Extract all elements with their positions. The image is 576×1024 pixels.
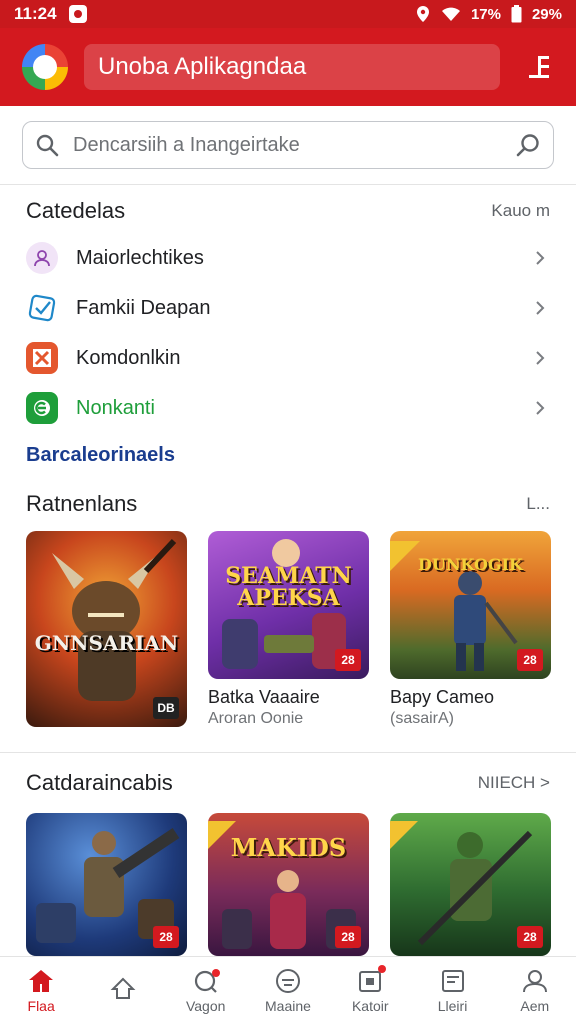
face-icon (275, 968, 300, 993)
check-badge-icon (26, 292, 58, 324)
game-image-title: DUNKOGIK (418, 555, 523, 574)
wifi-icon (441, 7, 460, 21)
nav-search[interactable]: Vagon (165, 957, 247, 1024)
battery-icon (511, 5, 522, 23)
category-label: Maiorlechtikes (76, 246, 204, 269)
nav-face[interactable]: Maaine (247, 957, 329, 1024)
game-card[interactable]: 28 (390, 813, 551, 956)
signal-text: 17% (470, 5, 501, 23)
shield-e-icon (26, 392, 58, 424)
nav-share[interactable] (82, 957, 164, 1024)
notification-dot (378, 965, 387, 973)
chevron-right-icon (536, 351, 545, 365)
user-icon (26, 242, 58, 274)
chevron-right-icon (536, 401, 545, 415)
recommended-title: Ratnenlans (26, 491, 138, 516)
game-card[interactable]: 28 (26, 813, 187, 956)
notification-icon (68, 5, 87, 23)
search-icon (36, 134, 59, 157)
game-thumbnail[interactable]: 28 (26, 813, 187, 956)
nav-home[interactable]: Flaa (0, 957, 82, 1024)
account-icon (522, 969, 547, 992)
nav-library[interactable]: Lleiri (411, 957, 493, 1024)
game-name: Batka Vaaaire (208, 687, 320, 707)
nav-label: Vagon (185, 997, 226, 1014)
divider (0, 752, 576, 753)
game-card[interactable]: MAKIDS 28 (208, 813, 369, 956)
recommended-header: Ratnenlans L... (26, 491, 550, 517)
game-image-title: SEAMATN APEKSA (225, 563, 352, 611)
category-item[interactable]: Maiorlechtikes (0, 233, 576, 283)
notification-dot (211, 969, 220, 977)
categories2-title: Catdaraincabis (26, 770, 173, 795)
categories-title: Catedelas (26, 198, 126, 223)
rating-badge: 28 (517, 926, 543, 948)
home-icon (29, 969, 54, 992)
status-icons: 17% 29% (415, 5, 562, 23)
game-thumbnail[interactable]: GNNSARIAN DB (26, 531, 187, 727)
category-label: Komdonlkin (76, 346, 181, 369)
battery-text: 29% (531, 5, 562, 23)
search-bar[interactable] (22, 121, 554, 169)
categories-more-link[interactable]: Kauo m (491, 201, 550, 221)
category-label: Famkii Deapan (76, 296, 211, 319)
game-name: Bapy Cameo (390, 687, 495, 707)
search-input[interactable] (73, 133, 515, 157)
game-thumbnail[interactable]: 28 (390, 813, 551, 956)
rating-badge: 28 (335, 649, 361, 671)
app-bar: Unoba Aplikagndaa (0, 28, 576, 106)
category-item[interactable]: Komdonlkin (0, 333, 576, 383)
recommended-more-link[interactable]: L... (526, 494, 550, 514)
rating-badge: 28 (153, 926, 179, 948)
chevron-right-icon (536, 301, 545, 315)
nav-calendar[interactable]: Katoir (329, 957, 411, 1024)
game-image-title: GNNSARIAN (34, 631, 179, 655)
game-thumbnail[interactable]: DUNKOGIK 28 (390, 531, 551, 679)
category-item[interactable]: Nonkanti (0, 383, 576, 433)
kickstart-icon (26, 342, 58, 374)
status-time: 11:24 (14, 4, 57, 23)
categories-header: Catedelas Kauo m (26, 198, 550, 224)
game-image-title: MAKIDS (230, 833, 347, 862)
nav-label: Maaine (265, 997, 311, 1014)
browse-link[interactable]: Barcaleorinaels (26, 444, 175, 467)
game-card[interactable]: SEAMATN APEKSA 28 Batka Vaaaire Aroran O… (208, 531, 369, 728)
game-subtitle: (sasairA) (390, 710, 455, 727)
menu-icon (529, 56, 549, 78)
categories2-more-link[interactable]: NIIECH > (478, 773, 550, 793)
game-thumbnail[interactable]: SEAMATN APEKSA 28 (208, 531, 369, 679)
search-submit-icon[interactable] (515, 132, 541, 158)
status-bar: 11:24 17% 29% (0, 0, 576, 28)
chevron-right-icon (536, 251, 545, 265)
nav-label: Flaa (27, 997, 55, 1014)
game-thumbnail[interactable]: MAKIDS 28 (208, 813, 369, 956)
rating-badge: 28 (517, 649, 543, 671)
category-cards: 28 MAKIDS 28 28 (26, 813, 576, 956)
bottom-navigation: Flaa Vagon Maaine Katoir Lleiri Aem (0, 956, 576, 1024)
nav-account[interactable]: Aem (494, 957, 576, 1024)
chrome-logo-icon[interactable] (22, 44, 68, 90)
rating-badge: DB (153, 697, 179, 719)
category-item[interactable]: Famkii Deapan (0, 283, 576, 333)
categories2-header: Catdaraincabis NIIECH > (26, 770, 550, 796)
nav-label: Katoir (351, 997, 389, 1014)
game-card[interactable]: DUNKOGIK 28 Bapy Cameo (sasairA) (390, 531, 551, 728)
rating-badge: 28 (335, 926, 361, 948)
divider (0, 184, 576, 185)
share-icon (111, 977, 136, 999)
category-label: Nonkanti (76, 396, 155, 419)
recommended-cards: GNNSARIAN DB SEAMATN APEKSA 28 Batka Vaa… (26, 531, 576, 728)
category-list: Maiorlechtikes Famkii Deapan Komdonlkin … (0, 233, 576, 433)
library-icon (441, 969, 464, 992)
game-subtitle: Aroran Oonie (208, 710, 304, 727)
app-title[interactable]: Unoba Aplikagndaa (84, 44, 500, 90)
nav-label: Lleiri (437, 997, 468, 1014)
menu-button[interactable] (524, 52, 554, 82)
game-card[interactable]: GNNSARIAN DB (26, 531, 187, 728)
nav-label: Aem (520, 997, 550, 1014)
location-icon (416, 6, 429, 22)
